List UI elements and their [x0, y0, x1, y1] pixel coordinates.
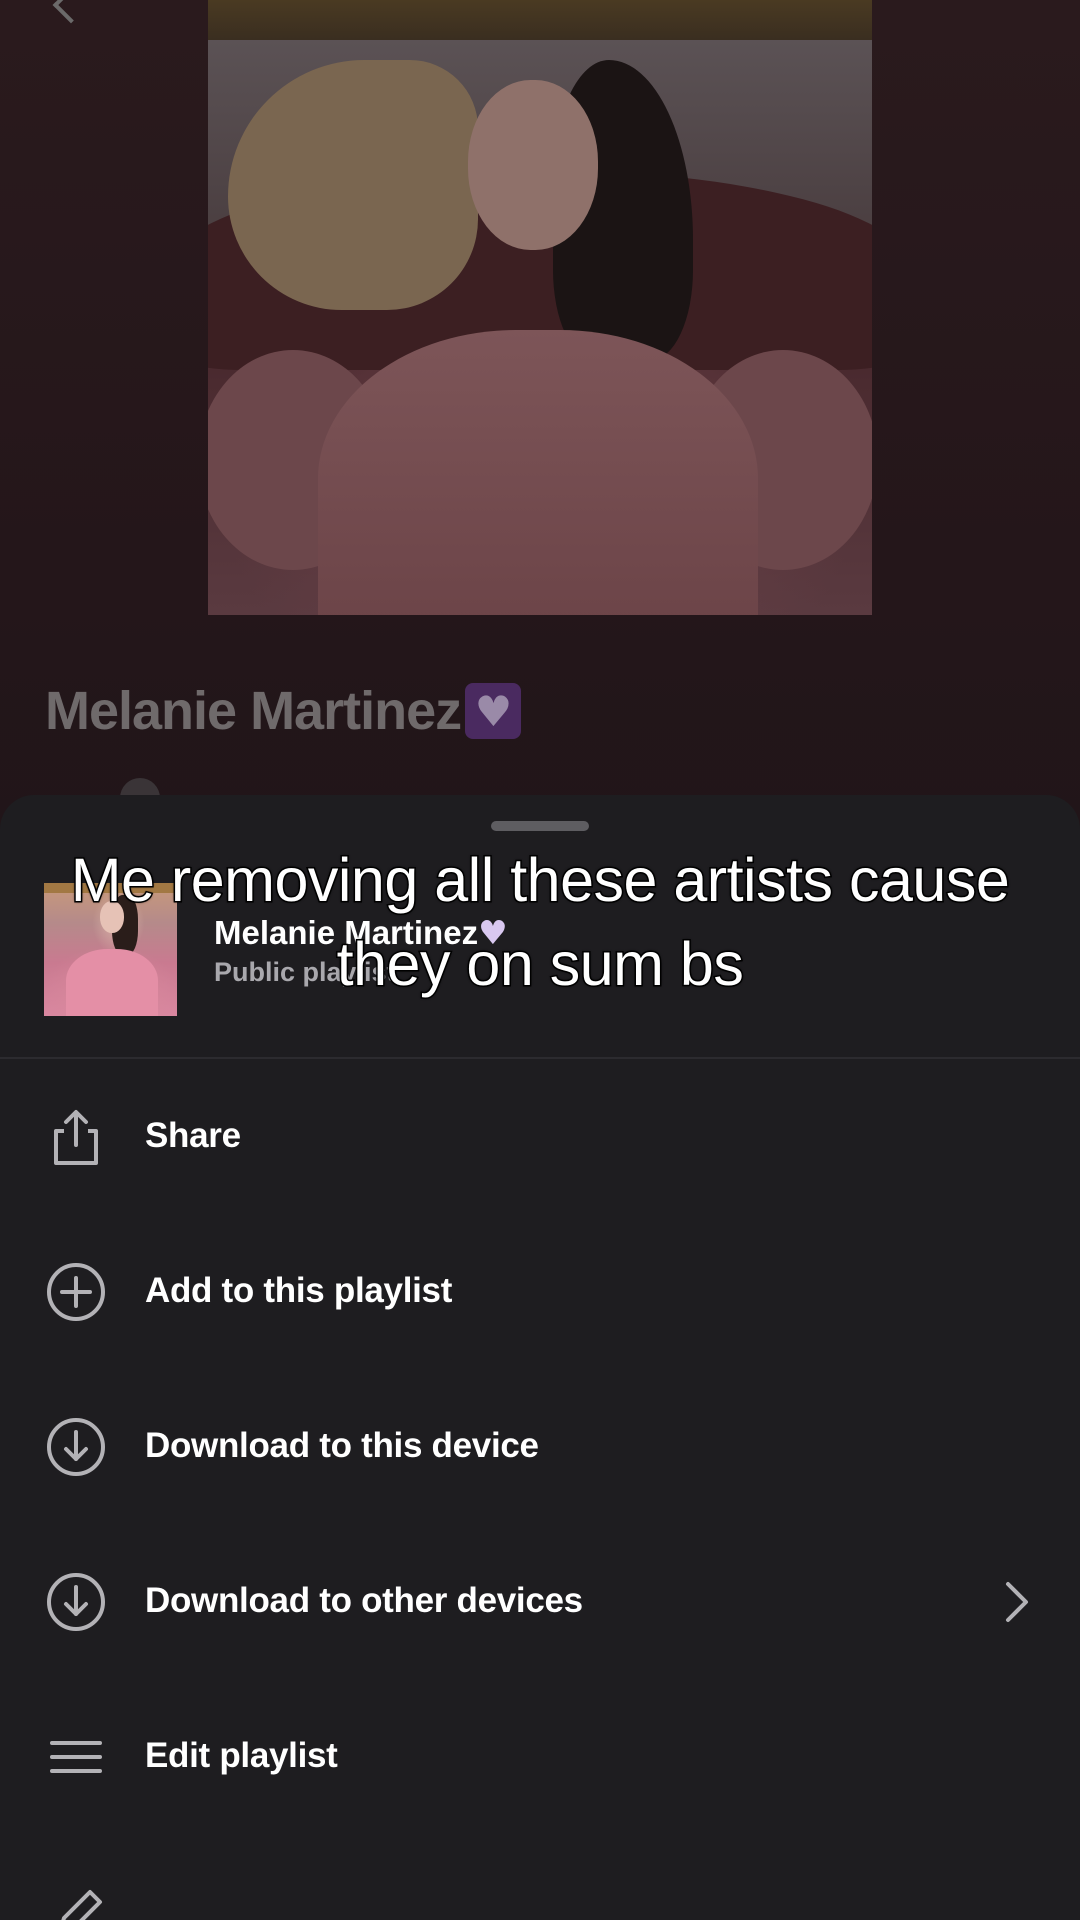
- sheet-drag-handle[interactable]: [491, 821, 589, 831]
- menu-item-download-this-device[interactable]: Download to this device: [0, 1369, 1080, 1524]
- share-icon: [54, 1110, 98, 1165]
- plus-circle-icon: [47, 1263, 105, 1321]
- purple-heart-emoji-icon: [465, 683, 522, 739]
- screen: Melanie Martinez Melanie Martinez♥ Publi…: [0, 0, 1080, 1920]
- chevron-right-icon: [1006, 1582, 1028, 1622]
- back-chevron-icon[interactable]: [52, 0, 90, 24]
- cover-dress: [318, 330, 758, 615]
- options-menu: Share Add to this playlist Download to t…: [0, 1059, 1080, 1920]
- cover-face: [468, 80, 598, 250]
- menu-lines-icon: [50, 1741, 102, 1773]
- playlist-cover-art: [208, 0, 872, 615]
- menu-item-label: Add to this playlist: [145, 1271, 453, 1310]
- menu-item-add-to-playlist[interactable]: Add to this playlist: [0, 1214, 1080, 1369]
- menu-item-edit-playlist[interactable]: Edit playlist: [0, 1679, 1080, 1834]
- menu-item-label: Download to other devices: [145, 1581, 583, 1620]
- menu-item-label: Edit playlist: [145, 1736, 338, 1775]
- cover-frame: [208, 0, 872, 40]
- video-caption: Me removing all these artists cause they…: [69, 845, 1011, 1000]
- download-circle-icon: [47, 1418, 105, 1476]
- menu-item-partial[interactable]: [0, 1834, 1080, 1920]
- menu-item-share[interactable]: Share: [0, 1059, 1080, 1214]
- background-playlist-title: Melanie Martinez: [45, 680, 522, 742]
- pencil-icon: [61, 1890, 102, 1920]
- menu-item-label: Share: [145, 1116, 241, 1155]
- download-circle-icon: [47, 1573, 105, 1631]
- menu-item-label: Download to this device: [145, 1426, 539, 1465]
- background-playlist-title-text: Melanie Martinez: [45, 681, 462, 741]
- menu-item-download-other-devices[interactable]: Download to other devices: [0, 1524, 1080, 1679]
